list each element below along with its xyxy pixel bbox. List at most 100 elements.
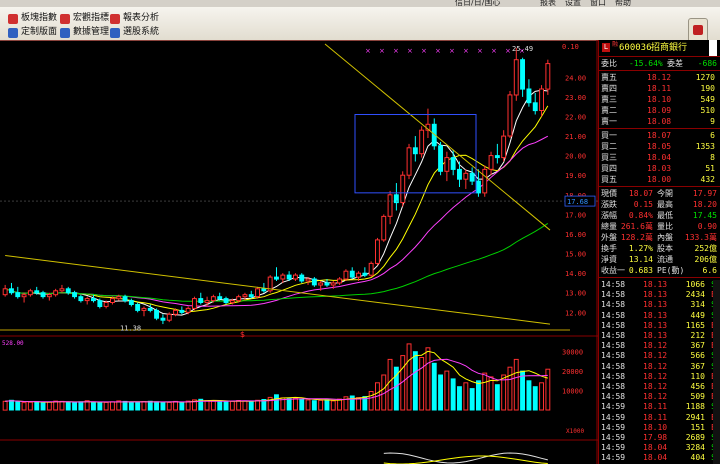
cursor-value: 17.68 xyxy=(567,198,588,206)
order-ratio-row: 委比 -15.64% 委差 -686 xyxy=(601,59,717,68)
candle-body xyxy=(128,300,134,306)
candle-body xyxy=(242,294,248,298)
stat-row: 外盤 128.2萬 內盤 133.3萬 xyxy=(599,232,719,243)
candle-body xyxy=(469,172,475,182)
bid-row: 買二 18.05 1353 xyxy=(599,141,719,152)
volume-bar xyxy=(223,401,229,411)
stat-row: 收益一 0.683 PE(動) 6.6 xyxy=(599,265,719,276)
y-tick-label: 14.00 xyxy=(565,270,586,278)
level-volume: 9 xyxy=(710,117,715,126)
candle-body xyxy=(349,270,355,278)
volume-bar xyxy=(482,372,488,411)
candle-body xyxy=(330,282,336,286)
macro-indicator-button[interactable]: 宏觀指標 xyxy=(60,12,109,25)
level-volume: 1270 xyxy=(695,73,715,82)
tick-scrollbar[interactable] xyxy=(713,280,720,464)
stat-label: 最高 xyxy=(657,200,673,209)
candle-body xyxy=(393,194,399,204)
divider xyxy=(599,56,720,57)
ma-line xyxy=(5,89,548,316)
level-volume: 549 xyxy=(700,95,715,104)
candle-body xyxy=(444,157,450,172)
volume-bar xyxy=(78,401,84,411)
event-marker: × xyxy=(477,47,483,55)
panel-icon xyxy=(693,25,703,35)
stock-name: 招商銀行 xyxy=(651,43,688,53)
level-price: 18.07 xyxy=(647,131,672,140)
tick-price: 18.04 xyxy=(643,453,668,463)
level-label: 賣三 xyxy=(601,95,617,104)
layout-icon xyxy=(8,27,18,38)
candle-body xyxy=(46,294,52,298)
volume-bar xyxy=(229,400,235,411)
y-tick-label: 20.00 xyxy=(565,153,586,161)
level-label: 買五 xyxy=(601,175,617,184)
candle-body xyxy=(91,298,96,302)
y-tick-label: 23.00 xyxy=(565,94,586,102)
event-marker: × xyxy=(407,47,413,55)
candle-body xyxy=(476,180,481,194)
custom-layout-button[interactable]: 定制版面 xyxy=(8,26,57,39)
candle-body xyxy=(223,298,229,304)
volume-unit: X1000 xyxy=(566,428,584,435)
low-label: 11.38 xyxy=(120,324,141,332)
volume-bar xyxy=(210,400,216,411)
candle-body xyxy=(293,274,298,280)
kline-chart[interactable]: × × × × × × × × × × × × 24.0023.0022.0021.0020.0019… xyxy=(0,40,598,464)
candle-body xyxy=(217,296,223,300)
volume-bar xyxy=(248,401,254,411)
scroll-handle[interactable] xyxy=(709,40,717,56)
candle-body xyxy=(116,296,122,300)
candle-body xyxy=(375,239,380,264)
volume-bar xyxy=(160,402,166,411)
filter-icon xyxy=(110,27,120,38)
candle-body xyxy=(84,298,90,302)
event-marker: × xyxy=(449,47,455,55)
candle-body xyxy=(507,94,513,137)
volume-bar xyxy=(450,378,456,411)
level-label: 買二 xyxy=(601,142,617,151)
volume-bar xyxy=(299,398,305,411)
stat-value: 18.20 xyxy=(692,200,717,209)
divider xyxy=(599,277,720,278)
report-analysis-button[interactable]: 報表分析 xyxy=(110,12,159,25)
stat-value: 13.14 xyxy=(628,255,653,264)
toolbar: 板塊指數 宏觀指標 報表分析 定制版面 數據管理 選股系統 xyxy=(0,7,720,44)
candle-body xyxy=(488,155,494,170)
stat-label: 內盤 xyxy=(657,233,673,242)
volume-bar xyxy=(513,358,519,411)
stat-label: 漲跌 xyxy=(601,200,617,209)
volume-bar xyxy=(15,401,21,411)
candle-body xyxy=(229,300,235,304)
event-marker: × xyxy=(379,47,385,55)
bid-row: 買五 18.00 432 xyxy=(599,174,719,185)
volume-bar xyxy=(337,398,343,411)
stat-row: 漲幅 0.84% 最低 17.45 xyxy=(599,210,719,221)
volume-bar xyxy=(419,357,425,411)
volume-bar xyxy=(179,401,185,411)
chart-overlay: × × × × × × × × × × × × xyxy=(0,43,598,325)
tick-row: 14:5918.04404S xyxy=(599,452,719,463)
stock-screener-button[interactable]: 選股系統 xyxy=(110,26,159,39)
candle-body xyxy=(343,270,349,280)
volume-bar xyxy=(286,398,292,411)
ask-row: 賣五 18.12 1270 xyxy=(599,72,719,83)
volume-bar xyxy=(438,374,444,411)
volume-bar xyxy=(242,400,248,411)
candle-body xyxy=(97,300,103,308)
data-management-button[interactable]: 數據管理 xyxy=(60,26,109,39)
volume-bar xyxy=(72,402,77,411)
high-label: 25.49 xyxy=(512,45,533,53)
candle-body xyxy=(261,288,267,292)
candle-body xyxy=(450,157,456,170)
volume-bar xyxy=(173,400,179,411)
volume-top-label: 528.00 xyxy=(2,340,24,347)
candle-body xyxy=(539,88,544,111)
candle-body xyxy=(72,292,77,298)
stat-value: 0.15 xyxy=(633,200,653,209)
event-marker: × xyxy=(491,47,497,55)
margin-flag: 融 xyxy=(612,41,619,48)
sector-index-button[interactable]: 板塊指數 xyxy=(8,12,57,25)
event-marker: × xyxy=(505,47,511,55)
stock-code: 600036 xyxy=(619,43,652,53)
